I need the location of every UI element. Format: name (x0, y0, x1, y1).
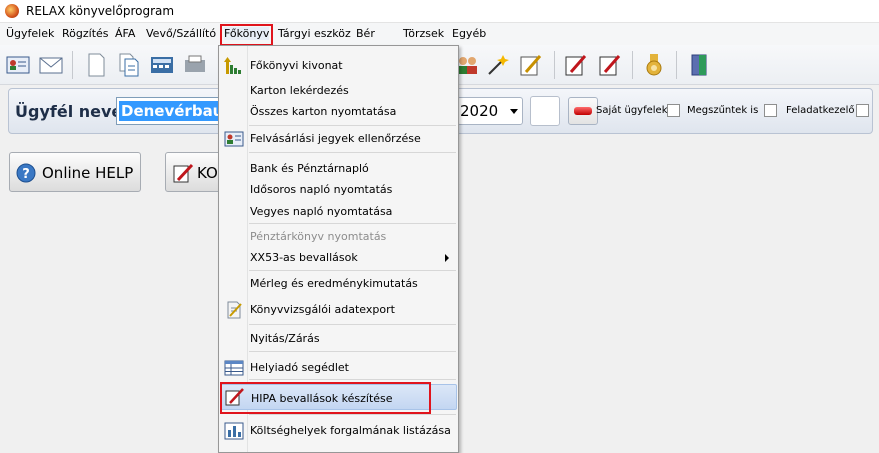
window-title: RELAX könyvelőprogram (26, 4, 175, 18)
toolbar-separator (72, 51, 73, 79)
checkbox-megszuntek-is[interactable] (764, 104, 777, 117)
documents-icon[interactable] (116, 52, 142, 78)
checkbox-label-feladatkezelo: Feladatkezelő (786, 105, 855, 116)
remove-button[interactable] (568, 97, 598, 125)
ledger-chart-icon (224, 57, 241, 74)
pencil-red-icon[interactable] (563, 52, 589, 78)
menu-separator (249, 125, 456, 126)
chevron-down-icon (510, 109, 518, 114)
tax-table-icon (224, 360, 244, 376)
minus-icon (574, 107, 592, 115)
ko-button[interactable]: KO (165, 152, 223, 192)
pencil-red-icon (173, 163, 194, 183)
menu-item-koltseghelyek-forgalmanak-listazasa[interactable]: Költséghelyek forgalmának listázása (220, 419, 457, 441)
hipa-highlight-box (220, 382, 431, 414)
menu-separator (249, 351, 456, 352)
menu-separator (249, 324, 456, 325)
svg-text:?: ? (22, 167, 30, 182)
menu-separator (249, 379, 456, 380)
id-card-icon (224, 131, 244, 147)
checkbox-label-megszuntek-is: Megszűntek is (687, 105, 759, 116)
menu-item-bank-es-penztarnaplo[interactable]: Bank és Pénztárnapló (220, 157, 457, 179)
toolbar-separator (632, 51, 633, 79)
menu-item-osszes-karton-nyomtatasa[interactable]: Összes karton nyomtatása (220, 100, 457, 122)
app-logo-icon (5, 4, 19, 18)
menu-item-konyvvizsgaloi-adatexport[interactable]: Könyvvizsgálói adatexport (220, 298, 457, 320)
menu-item-penztarkonyv-nyomtatas: Pénztárkönyv nyomtatás (250, 230, 387, 243)
toolbar-separator (676, 51, 677, 79)
client-name-value: Denevérbau Kft (119, 101, 223, 121)
checkbox-sajat-ugyfelek[interactable] (667, 104, 680, 117)
menu-item-fokonyvi-kivonat[interactable]: Főkönyvi kivonat (220, 54, 457, 76)
submenu-arrow-icon (445, 254, 449, 262)
fokonyv-highlight-box (220, 24, 273, 46)
menu-separator (249, 270, 456, 271)
menu-targyi-eszkoz[interactable]: Tárgyi eszköz (278, 27, 351, 40)
gear-plug-icon[interactable] (641, 52, 667, 78)
client-label: Ügyfél neve: (15, 102, 129, 121)
exit-door-icon[interactable] (686, 52, 712, 78)
document-icon[interactable] (83, 52, 109, 78)
menu-item-xx53-bevallasok[interactable]: XX53-as bevallások (220, 246, 457, 268)
toolbar-separator (554, 51, 555, 79)
menu-item-helyiado-segedlet[interactable]: Helyiadó segédlet (220, 356, 457, 378)
menu-item-karton-lekerdezes[interactable]: Karton lekérdezés (220, 79, 457, 101)
menu-torzsek[interactable]: Törzsek (403, 27, 444, 40)
menu-afa[interactable]: ÁFA (115, 27, 135, 40)
printer-icon[interactable] (182, 52, 208, 78)
online-help-button[interactable]: ? Online HELP (9, 152, 141, 192)
menu-separator (249, 414, 456, 415)
blank-button[interactable] (530, 96, 560, 126)
year-select[interactable]: 2020 (457, 97, 523, 125)
magic-wand-icon[interactable] (485, 52, 511, 78)
menu-item-nyitas-zaras[interactable]: Nyitás/Zárás (220, 327, 457, 349)
checkbox-label-sajat-ugyfelek: Saját ügyfelek (596, 105, 668, 116)
menu-separator (249, 152, 456, 153)
bar-chart-icon (224, 422, 244, 440)
menu-ugyfelek[interactable]: Ügyfelek (6, 27, 54, 40)
client-name-field[interactable]: Denevérbau Kft (116, 97, 224, 125)
export-doc-icon (227, 301, 242, 319)
checkbox-feladatkezelo[interactable] (856, 104, 869, 117)
pencil-note-icon[interactable] (518, 52, 544, 78)
menu-ber[interactable]: Bér (356, 27, 375, 40)
menu-item-merleg-es-eredmenykimutatas[interactable]: Mérleg és eredménykimutatás (220, 272, 457, 294)
menu-item-idosoros-naplo[interactable]: Idősoros napló nyomtatás (220, 178, 457, 200)
envelope-icon[interactable] (38, 52, 64, 78)
menu-separator (249, 223, 456, 224)
menu-bar: Ügyfelek Rögzítés ÁFA Vevő/Szállító Főkö… (0, 23, 879, 45)
title-bar: RELAX könyvelőprogram (0, 0, 879, 23)
menu-vevo-szallito[interactable]: Vevő/Szállító (146, 27, 216, 40)
year-value: 2020 (460, 102, 499, 120)
calculator-icon[interactable] (149, 52, 175, 78)
pencil-red-2-icon[interactable] (597, 52, 623, 78)
help-icon: ? (16, 163, 36, 183)
menu-egyeb[interactable]: Egyéb (452, 27, 486, 40)
menu-item-felvasarlasi-jegyek[interactable]: Felvásárlási jegyek ellenőrzése (220, 127, 457, 149)
menu-item-vegyes-naplo[interactable]: Vegyes napló nyomtatása (220, 200, 457, 222)
client-card-icon[interactable] (5, 52, 31, 78)
menu-rogzites[interactable]: Rögzítés (62, 27, 109, 40)
